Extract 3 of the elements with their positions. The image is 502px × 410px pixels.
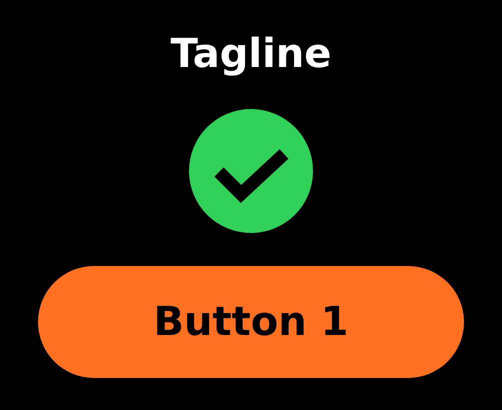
primary-button[interactable]: Button 1	[38, 266, 464, 378]
checkmark-icon	[189, 109, 313, 233]
tagline: Tagline	[170, 30, 332, 79]
